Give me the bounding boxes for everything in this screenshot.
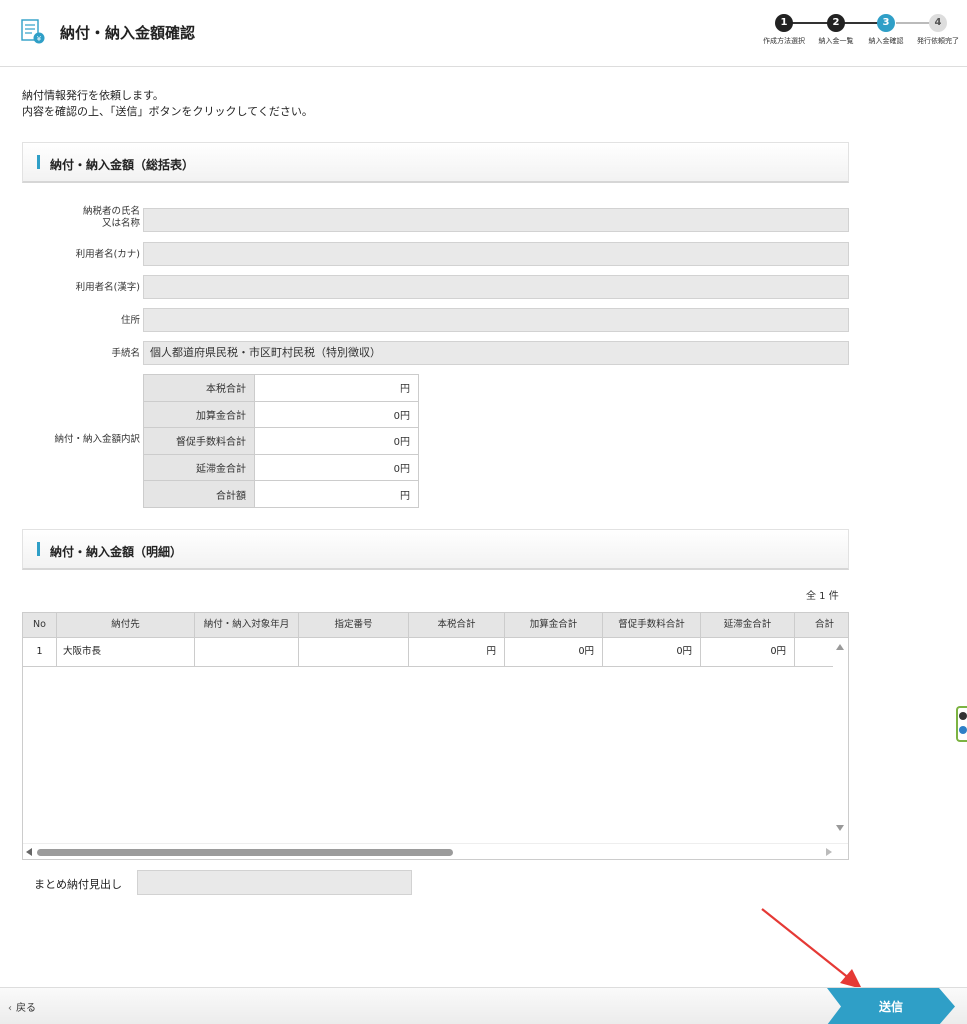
intro-line-2: 内容を確認の上、「送信」ボタンをクリックしてください。 xyxy=(22,105,313,118)
summary-section-title: 納付・納入金額（総括表） xyxy=(50,158,195,172)
breakdown-row-label: 合計額 xyxy=(143,480,255,508)
column-header[interactable]: No xyxy=(23,613,57,637)
cell-additional-total: 0円 xyxy=(505,638,603,666)
scroll-up-icon[interactable] xyxy=(836,644,844,650)
taxpayer-name-label-line-2: 又は名称 xyxy=(101,218,140,229)
svg-text:¥: ¥ xyxy=(37,35,42,43)
page-footer: ‹ 戻る 送信 xyxy=(0,987,967,1024)
step-2-number: 2 xyxy=(827,14,845,32)
close-icon[interactable] xyxy=(959,712,967,720)
summary-heading-label: まとめ納付見出し xyxy=(34,878,122,891)
breakdown-row: 督促手数料合計 0円 xyxy=(143,427,419,455)
scroll-thumb[interactable] xyxy=(37,849,453,856)
taxpayer-name-label: 納税者の氏名 又は名称 xyxy=(20,206,140,230)
detail-section-header: 納付・納入金額（明細） xyxy=(22,529,849,570)
chevron-left-icon: ‹ xyxy=(8,1003,12,1014)
grid-header-row: No 納付先 納付・納入対象年月 指定番号 本税合計 加算金合計 督促手数料合計… xyxy=(23,613,848,638)
step-1: 1 作成方法選択 xyxy=(754,14,814,46)
summary-heading-field xyxy=(137,870,412,895)
intro-text: 納付情報発行を依頼します。 内容を確認の上、「送信」ボタンをクリックしてください… xyxy=(22,88,313,120)
back-button[interactable]: ‹ 戻る xyxy=(8,999,36,1014)
section-accent-bar xyxy=(37,542,40,556)
breakdown-label: 納付・納入金額内訳 xyxy=(54,434,140,445)
horizontal-scrollbar[interactable] xyxy=(23,843,848,859)
step-3-label: 納入金確認 xyxy=(868,37,904,45)
column-header[interactable]: 督促手数料合計 xyxy=(603,613,701,637)
taxpayer-name-field xyxy=(143,208,849,232)
address-label: 住所 xyxy=(120,315,140,326)
progress-steps: 1 作成方法選択 2 納入金一覧 3 納入金確認 4 発行依頼完了 xyxy=(758,14,967,54)
step-4: 4 発行依頼完了 xyxy=(908,14,967,46)
document-icon: ¥ xyxy=(21,19,45,44)
page-title: 納付・納入金額確認 xyxy=(60,24,196,42)
cell-fee-total: 0円 xyxy=(603,638,701,666)
scroll-right-icon[interactable] xyxy=(826,848,832,856)
cell-no: 1 xyxy=(23,638,57,666)
scroll-left-icon[interactable] xyxy=(26,848,32,856)
breakdown-table: 本税合計 円 加算金合計 0円 督促手数料合計 0円 延滞金合計 0円 合計額 … xyxy=(143,374,419,508)
procedure-field: 個人都道府県民税・市区町村民税（特別徴収） xyxy=(143,341,849,365)
breakdown-row-value: 0円 xyxy=(254,453,419,482)
column-header[interactable]: 加算金合計 xyxy=(505,613,603,637)
column-header[interactable]: 本税合計 xyxy=(409,613,505,637)
back-label: 戻る xyxy=(16,1003,36,1014)
intro-line-1: 納付情報発行を依頼します。 xyxy=(22,89,164,102)
cell-designated-number xyxy=(299,638,409,666)
step-1-label: 作成方法選択 xyxy=(763,37,805,45)
breakdown-row-label: 本税合計 xyxy=(143,374,255,402)
breakdown-row: 加算金合計 0円 xyxy=(143,400,419,429)
help-icon[interactable] xyxy=(959,726,967,734)
user-kanji-label: 利用者名(漢字) xyxy=(75,282,140,293)
detail-section-title: 納付・納入金額（明細） xyxy=(50,545,183,559)
step-3-number: 3 xyxy=(877,14,895,32)
vertical-scrollbar[interactable] xyxy=(833,638,848,845)
step-4-number: 4 xyxy=(929,14,947,32)
breakdown-row-value: 円 xyxy=(254,374,419,402)
column-header[interactable]: 合計 xyxy=(795,613,848,637)
detail-grid: No 納付先 納付・納入対象年月 指定番号 本税合計 加算金合計 督促手数料合計… xyxy=(22,612,849,860)
breakdown-row-label: 加算金合計 xyxy=(143,400,255,429)
cell-period xyxy=(195,638,299,666)
section-accent-bar xyxy=(37,155,40,169)
result-count: 全 1 件 xyxy=(806,591,839,602)
step-1-number: 1 xyxy=(775,14,793,32)
scroll-down-icon[interactable] xyxy=(836,825,844,831)
user-kanji-field xyxy=(143,275,849,299)
breakdown-row-value: 円 xyxy=(254,480,419,508)
cell-tax-total: 円 xyxy=(409,638,505,666)
send-label: 送信 xyxy=(878,1000,903,1014)
side-help-widget[interactable] xyxy=(956,706,967,742)
breakdown-row-value: 0円 xyxy=(254,400,419,429)
step-3: 3 納入金確認 xyxy=(856,14,916,46)
step-4-label: 発行依頼完了 xyxy=(917,37,959,45)
user-kana-label: 利用者名(カナ) xyxy=(75,249,140,260)
summary-section-header: 納付・納入金額（総括表） xyxy=(22,142,849,183)
breakdown-row: 延滞金合計 0円 xyxy=(143,453,419,482)
send-button[interactable]: 送信 xyxy=(827,988,955,1024)
column-header[interactable]: 納付先 xyxy=(57,613,195,637)
cell-destination: 大阪市長 xyxy=(57,638,195,666)
column-header[interactable]: 納付・納入対象年月 xyxy=(195,613,299,637)
table-row[interactable]: 1 大阪市長 円 0円 0円 0円 xyxy=(23,638,848,667)
breakdown-row-label: 延滞金合計 xyxy=(143,453,255,482)
user-kana-field xyxy=(143,242,849,266)
taxpayer-name-label-line-1: 納税者の氏名 xyxy=(82,206,140,217)
breakdown-row-value: 0円 xyxy=(254,427,419,455)
breakdown-row: 本税合計 円 xyxy=(143,374,419,402)
address-field xyxy=(143,308,849,332)
column-header[interactable]: 指定番号 xyxy=(299,613,409,637)
procedure-label: 手続名 xyxy=(111,348,140,359)
column-header[interactable]: 延滞金合計 xyxy=(701,613,795,637)
breakdown-row-label: 督促手数料合計 xyxy=(143,427,255,455)
breakdown-row: 合計額 円 xyxy=(143,480,419,508)
annotation-arrow-icon xyxy=(761,908,862,989)
cell-late-total: 0円 xyxy=(701,638,795,666)
page-header: ¥ 納付・納入金額確認 1 作成方法選択 2 納入金一覧 3 納入金確認 4 発… xyxy=(0,0,967,67)
